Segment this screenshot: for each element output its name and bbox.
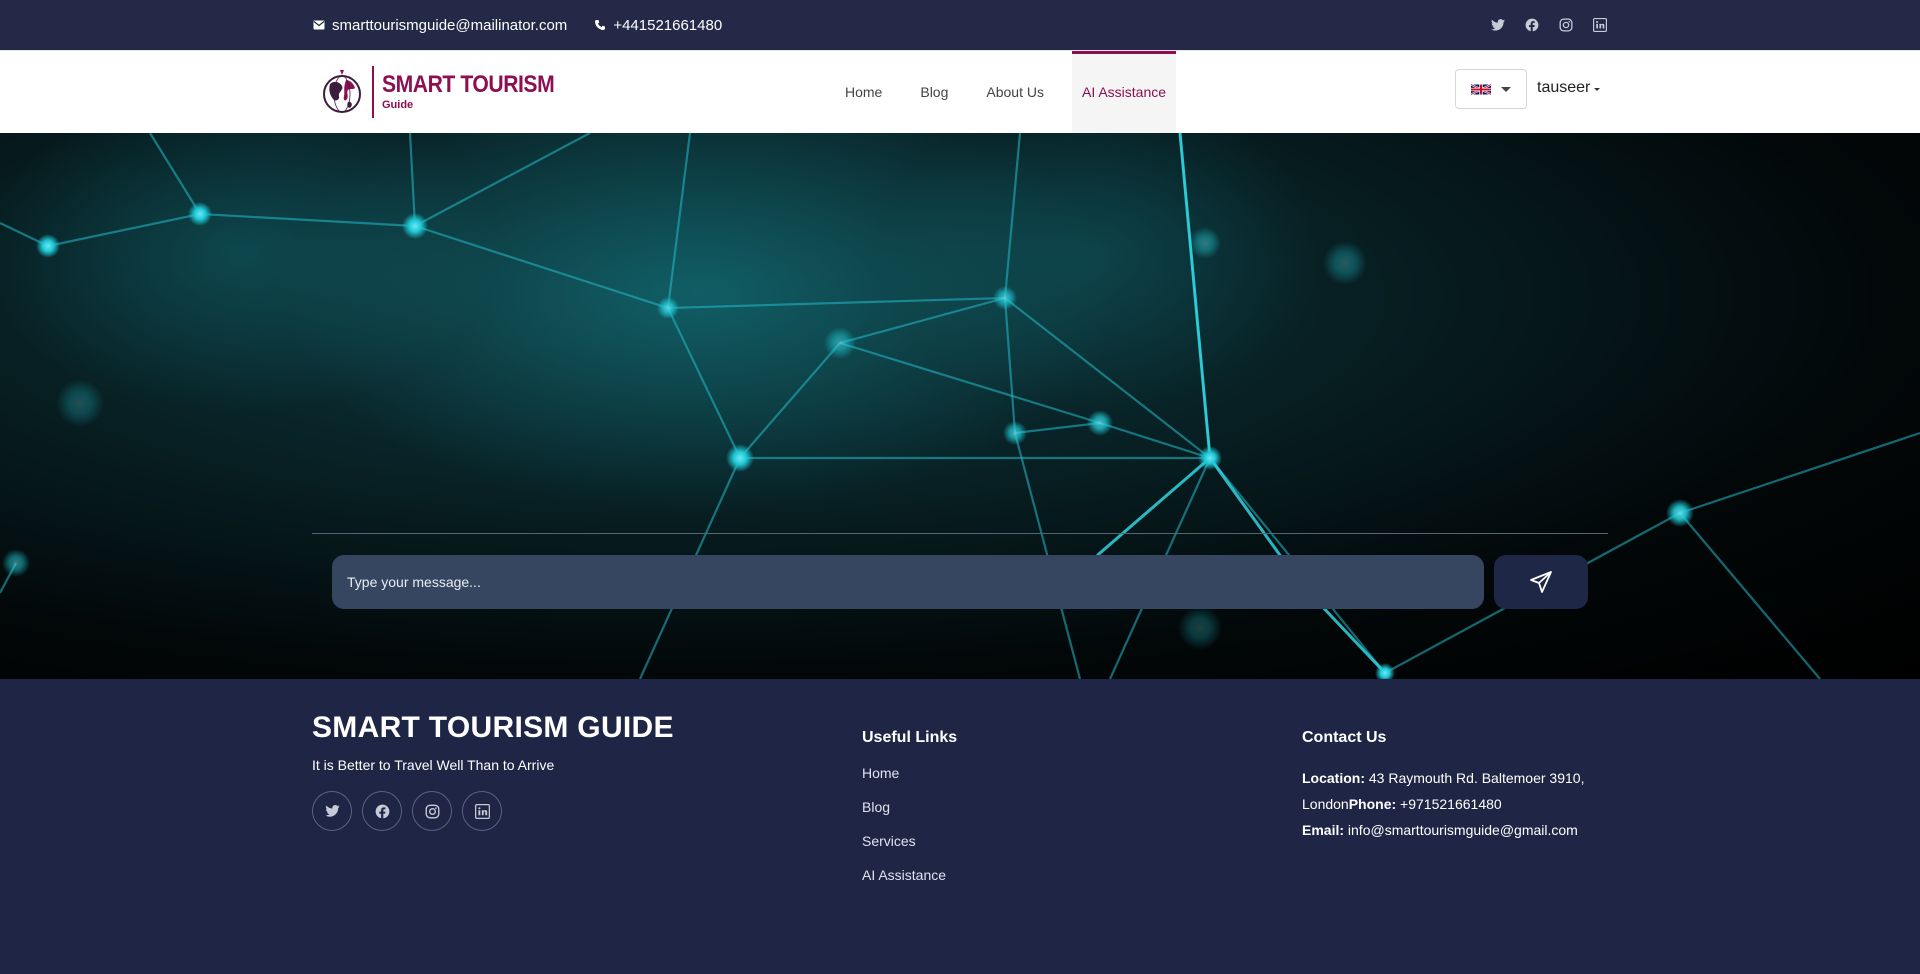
phone-label: Phone:: [1348, 796, 1397, 812]
phone-value: +971521661480: [1396, 796, 1502, 812]
footer-link-blog[interactable]: Blog: [862, 799, 957, 815]
chat-divider: [312, 533, 1608, 534]
footer-useful-links: Useful Links Home Blog Services AI Assis…: [862, 729, 957, 901]
main-nav: Home Blog About Us AI Assistance: [835, 51, 1194, 133]
chat-message-input[interactable]: [332, 555, 1484, 609]
chat-hero: [0, 133, 1920, 679]
footer-brand-title: SMART TOURISM GUIDE: [312, 711, 674, 744]
globe-logo-icon: [323, 70, 361, 113]
site-footer: SMART TOURISM GUIDE It is Better to Trav…: [0, 679, 1920, 974]
site-logo[interactable]: SMART TOURISM Guide: [320, 64, 578, 120]
footer-tagline: It is Better to Travel Well Than to Arri…: [312, 757, 555, 773]
twitter-icon[interactable]: [1490, 17, 1506, 33]
nav-ai-assistance[interactable]: AI Assistance: [1071, 51, 1177, 133]
user-menu[interactable]: tauseer: [1537, 79, 1601, 97]
top-bar: smarttourismguide@mailinator.com +441521…: [0, 0, 1920, 50]
nav-about-us[interactable]: About Us: [976, 51, 1054, 133]
footer-social-links: [312, 791, 674, 831]
email-value[interactable]: info@smarttourismguide@gmail.com: [1344, 822, 1578, 838]
user-caret-icon: [1594, 87, 1601, 91]
location-label: Location:: [1302, 770, 1365, 786]
footer-link-services[interactable]: Services: [862, 833, 957, 849]
linkedin-icon[interactable]: [1592, 17, 1608, 33]
footer-links-heading: Useful Links: [862, 729, 958, 746]
uk-flag-icon: [1471, 83, 1491, 95]
language-selector[interactable]: [1455, 69, 1527, 109]
email-label: Email:: [1302, 822, 1345, 838]
footer-link-ai-assistance[interactable]: AI Assistance: [862, 867, 957, 883]
facebook-icon[interactable]: [362, 791, 402, 831]
logo-divider: [372, 66, 374, 118]
twitter-icon[interactable]: [312, 791, 352, 831]
chevron-down-icon: [1501, 86, 1511, 92]
instagram-icon[interactable]: [1558, 17, 1574, 33]
footer-contact: Contact Us Location: 43 Raymouth Rd. Bal…: [1302, 729, 1632, 843]
instagram-icon[interactable]: [412, 791, 452, 831]
nav-home[interactable]: Home: [835, 51, 892, 133]
send-icon: [1530, 571, 1552, 593]
topbar-email-text: smarttourismguide@mailinator.com: [332, 16, 568, 34]
nav-blog[interactable]: Blog: [910, 51, 958, 133]
linkedin-icon[interactable]: [462, 791, 502, 831]
logo-subtitle: Guide: [382, 99, 414, 111]
footer-location-phone: Location: 43 Raymouth Rd. Baltemoer 3910…: [1302, 765, 1632, 817]
logo-title: SMART TOURISM: [382, 71, 555, 98]
topbar-phone-text: +441521661480: [613, 16, 723, 34]
mail-icon: [312, 18, 326, 32]
footer-email: Email: info@smarttourismguide@gmail.com: [1302, 817, 1632, 843]
footer-link-home[interactable]: Home: [862, 765, 957, 781]
footer-contact-heading: Contact Us: [1302, 729, 1387, 746]
topbar-email[interactable]: smarttourismguide@mailinator.com: [312, 17, 567, 34]
username: tauseer: [1537, 79, 1591, 96]
facebook-icon[interactable]: [1524, 17, 1540, 33]
phone-icon: [593, 18, 607, 32]
topbar-social-links: [1490, 17, 1608, 33]
topbar-phone[interactable]: +441521661480: [593, 17, 722, 34]
footer-brand: SMART TOURISM GUIDE It is Better to Trav…: [312, 711, 674, 831]
send-button[interactable]: [1494, 555, 1588, 609]
main-header: SMART TOURISM Guide Home Blog About Us A…: [0, 50, 1920, 133]
